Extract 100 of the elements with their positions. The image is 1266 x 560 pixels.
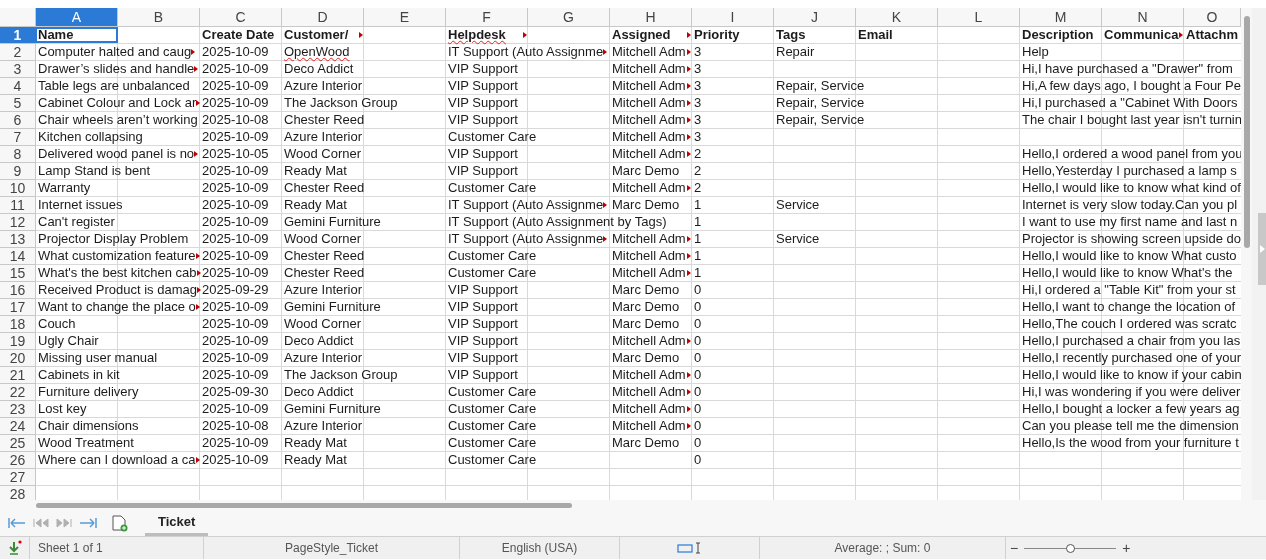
- row-header[interactable]: 16: [0, 282, 36, 299]
- row-header[interactable]: 10: [0, 180, 36, 197]
- row-header[interactable]: 27: [0, 469, 36, 486]
- table-cell: Hi,I ordered a "Table Kit" from your st: [1022, 282, 1236, 298]
- last-sheet-icon[interactable]: [79, 518, 97, 528]
- row-header[interactable]: 6: [0, 112, 36, 129]
- table-cell: VIP Support: [448, 282, 518, 298]
- column-header[interactable]: N: [1102, 8, 1184, 27]
- previous-sheet-icon[interactable]: [33, 518, 49, 528]
- column-header[interactable]: J: [774, 8, 856, 27]
- table-cell: Mitchell Adm: [612, 401, 691, 417]
- table-cell: Table legs are unbalanced: [38, 78, 190, 94]
- column-header[interactable]: B: [118, 8, 200, 27]
- table-cell: 0: [694, 350, 702, 366]
- row-header[interactable]: 5: [0, 95, 36, 112]
- row-header[interactable]: 21: [0, 367, 36, 384]
- table-cell: Azure Interior: [284, 350, 363, 366]
- table-cell: IT Support (Auto Assignme: [448, 44, 608, 60]
- table-cell: Gemini Furniture: [284, 299, 381, 315]
- table-cell: Hello,The couch I ordered was scratc: [1022, 316, 1237, 332]
- table-cell: Mitchell Adm: [612, 231, 691, 247]
- select-all-corner[interactable]: [0, 8, 36, 27]
- scrollbar-thumb[interactable]: [1244, 16, 1250, 248]
- column-header[interactable]: D: [282, 8, 364, 27]
- row-header[interactable]: 18: [0, 316, 36, 333]
- table-cell: VIP Support: [448, 112, 518, 128]
- table-cell: Wood Corner: [284, 146, 362, 162]
- row-header[interactable]: 20: [0, 350, 36, 367]
- row-header[interactable]: 17: [0, 299, 36, 316]
- table-cell: 2025-10-09: [202, 265, 269, 281]
- table-cell: 3: [694, 61, 702, 77]
- row-header[interactable]: 11: [0, 197, 36, 214]
- column-header[interactable]: M: [1020, 8, 1102, 27]
- table-cell: 1: [694, 214, 702, 230]
- column-header[interactable]: F: [446, 8, 528, 27]
- row-header[interactable]: 8: [0, 146, 36, 163]
- row-header[interactable]: 28: [0, 486, 36, 500]
- row-header[interactable]: 19: [0, 333, 36, 350]
- row-header[interactable]: 22: [0, 384, 36, 401]
- column-heading: Tags: [776, 27, 806, 43]
- scrollbar-thumb[interactable]: [36, 502, 572, 508]
- row-header[interactable]: 25: [0, 435, 36, 452]
- column-header[interactable]: E: [364, 8, 446, 27]
- row-header[interactable]: 14: [0, 248, 36, 265]
- table-cell: Gemini Furniture: [284, 401, 381, 417]
- next-sheet-icon[interactable]: [56, 518, 72, 528]
- row-header[interactable]: 4: [0, 78, 36, 95]
- table-cell: Wood Corner: [284, 316, 362, 332]
- row-header[interactable]: 3: [0, 61, 36, 78]
- table-cell: Mitchell Adm: [612, 333, 691, 349]
- table-cell: Customer Care: [448, 452, 537, 468]
- column-header[interactable]: G: [528, 8, 610, 27]
- table-cell: 2025-10-09: [202, 231, 269, 247]
- row-header[interactable]: 1: [0, 27, 36, 44]
- row-header[interactable]: 9: [0, 163, 36, 180]
- row-header[interactable]: 15: [0, 265, 36, 282]
- table-cell: Marc Demo: [612, 197, 680, 213]
- table-cell: 0: [694, 316, 702, 332]
- add-sheet-icon[interactable]: [112, 514, 128, 532]
- slider-thumb[interactable]: [1066, 543, 1076, 553]
- row-header[interactable]: 7: [0, 129, 36, 146]
- column-header[interactable]: I: [692, 8, 774, 27]
- table-cell: 0: [694, 333, 702, 349]
- table-cell: Hello,I would like to know What custo: [1022, 248, 1237, 264]
- table-cell: 2025-10-09: [202, 350, 269, 366]
- first-sheet-icon[interactable]: [8, 518, 26, 528]
- table-cell: Marc Demo: [612, 435, 680, 451]
- column-header[interactable]: C: [200, 8, 282, 27]
- table-cell: 2025-09-29: [202, 282, 269, 298]
- column-header[interactable]: A: [36, 8, 118, 27]
- table-cell: Couch: [38, 316, 76, 332]
- table-cell: 3: [694, 95, 702, 111]
- row-header[interactable]: 23: [0, 401, 36, 418]
- table-cell: 0: [694, 435, 702, 451]
- table-cell: Wood Treatment: [38, 435, 134, 451]
- table-cell: Mitchell Adm: [612, 265, 691, 281]
- table-cell: 3: [694, 78, 702, 94]
- table-cell: Repair, Service: [776, 95, 865, 111]
- table-cell: Hello,I bought a locker a few years ag: [1022, 401, 1240, 417]
- table-cell: 2025-10-09: [202, 435, 269, 451]
- table-cell: 2: [694, 146, 702, 162]
- table-cell: Mitchell Adm: [612, 95, 691, 111]
- document-status-icon[interactable]: [7, 540, 22, 556]
- selection-mode-icon[interactable]: [676, 542, 703, 554]
- row-header[interactable]: 2: [0, 44, 36, 61]
- table-cell: 2025-10-09: [202, 214, 269, 230]
- row-header[interactable]: 12: [0, 214, 36, 231]
- zoom-out-button[interactable]: −: [1010, 541, 1019, 555]
- row-header[interactable]: 13: [0, 231, 36, 248]
- table-cell: 0: [694, 282, 702, 298]
- column-header[interactable]: K: [856, 8, 938, 27]
- column-header[interactable]: H: [610, 8, 692, 27]
- zoom-in-button[interactable]: +: [1122, 541, 1131, 555]
- row-header[interactable]: 26: [0, 452, 36, 469]
- row-header[interactable]: 24: [0, 418, 36, 435]
- table-cell: 2025-10-09: [202, 44, 269, 60]
- column-header[interactable]: L: [938, 8, 1020, 27]
- table-cell: 2025-09-30: [202, 384, 269, 400]
- sidebar-handle[interactable]: [1258, 213, 1266, 285]
- column-header[interactable]: O: [1184, 8, 1241, 27]
